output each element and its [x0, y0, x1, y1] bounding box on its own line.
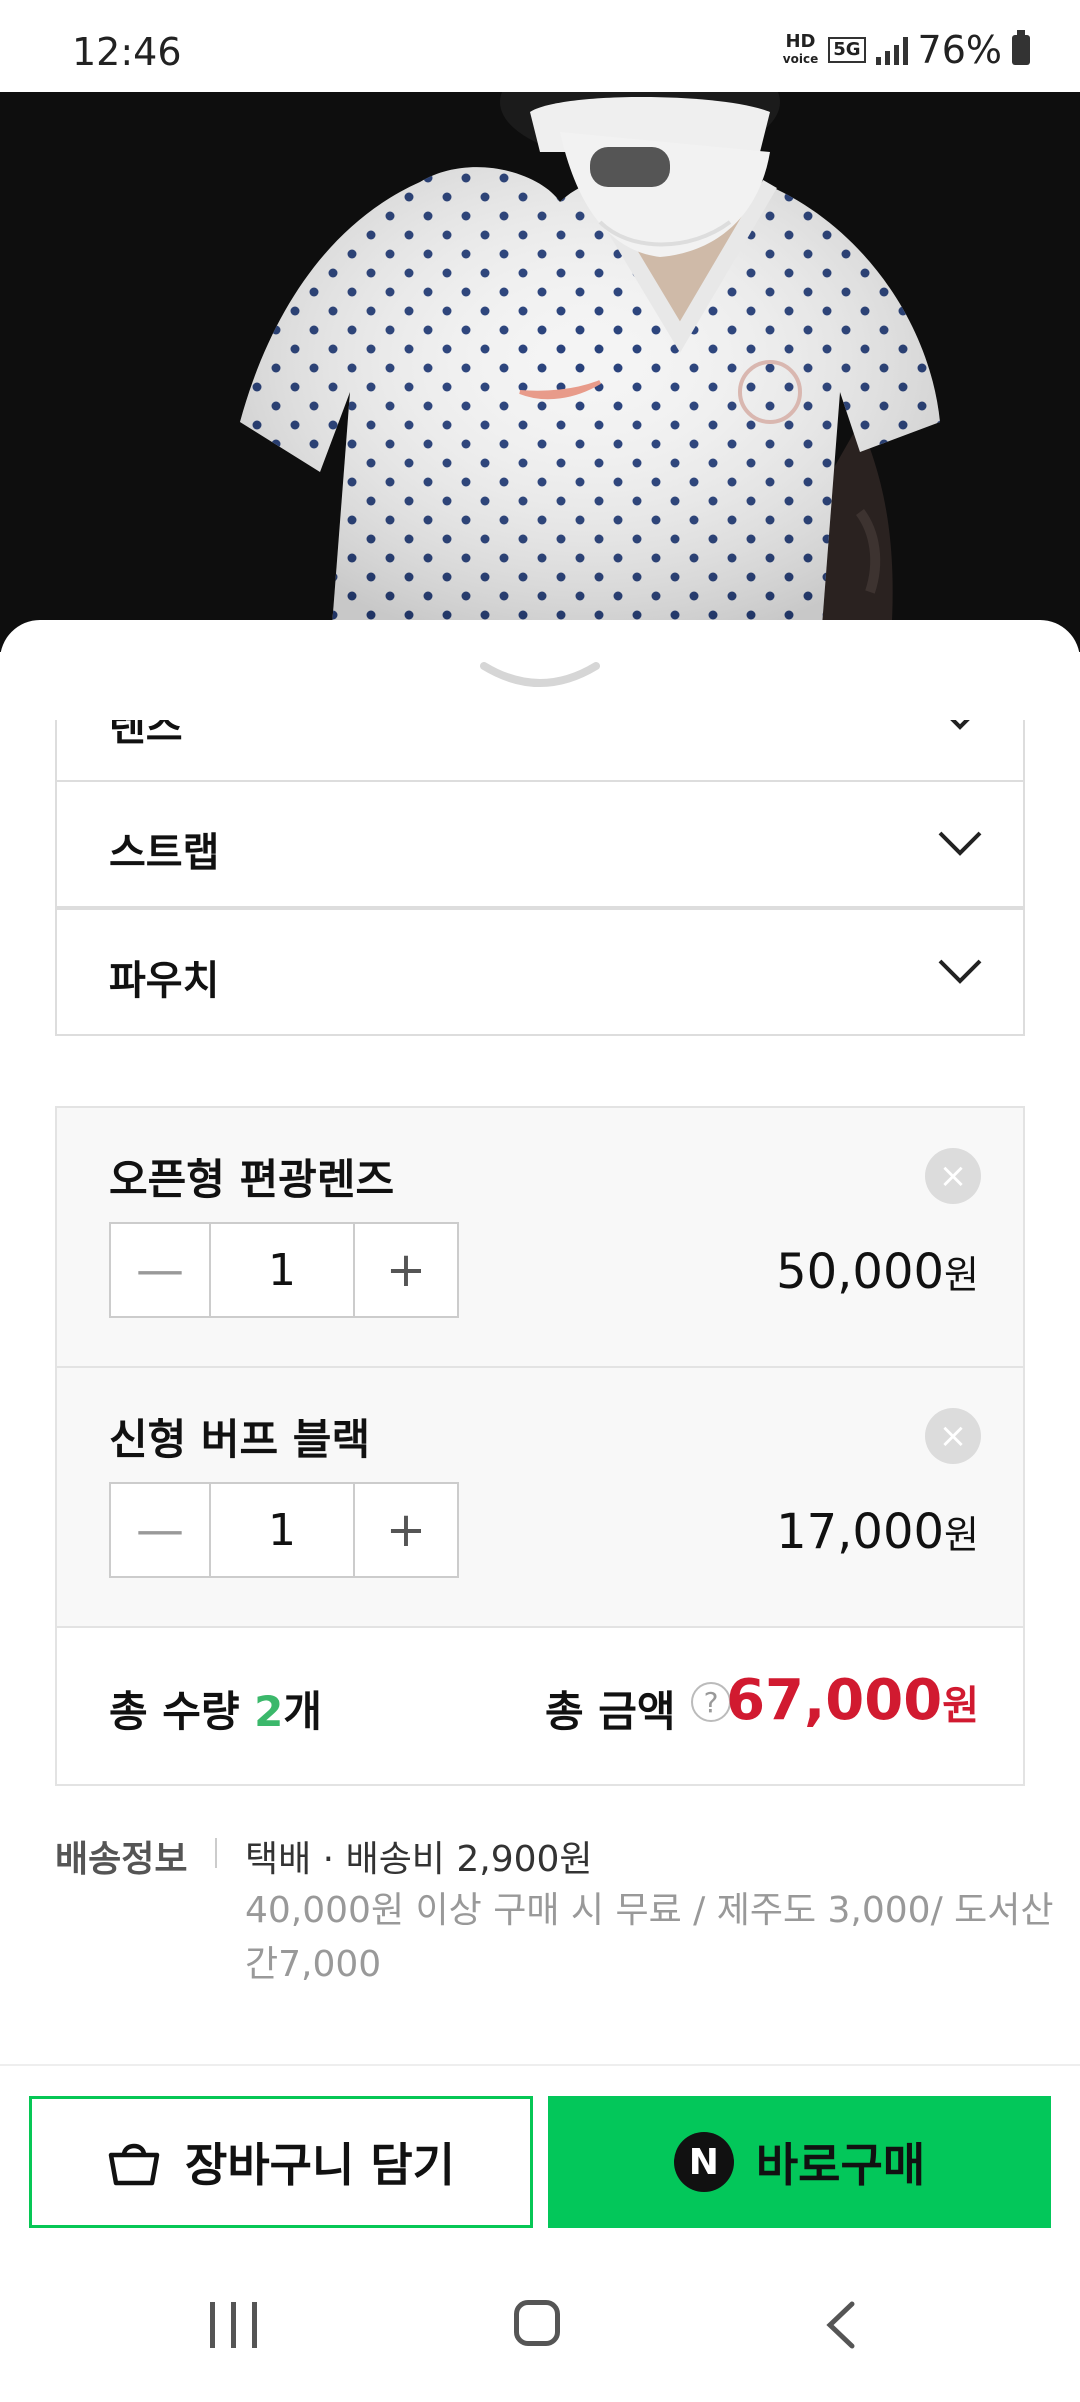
- buy-now-button[interactable]: N 바로구매: [548, 2096, 1051, 2228]
- battery-icon: [1012, 30, 1030, 65]
- option-dropdown-strap[interactable]: 스트랩: [55, 780, 1025, 908]
- quantity-stepper: — 1 +: [109, 1482, 459, 1578]
- remove-item-button[interactable]: ×: [925, 1408, 981, 1464]
- order-total: 총 수량 2개 총 금액 ? 67,000원: [57, 1628, 1023, 1784]
- add-to-cart-button[interactable]: 장바구니 담기: [29, 2096, 533, 2228]
- network-5g-icon: 5G: [828, 37, 866, 63]
- close-icon: ×: [938, 1156, 968, 1196]
- shipping-fee: 택배 · 배송비 2,900원: [245, 1839, 593, 1880]
- signal-icon: [875, 35, 908, 65]
- quantity-input[interactable]: 1: [211, 1224, 355, 1316]
- sheet-collapse-handle-icon[interactable]: [480, 660, 600, 700]
- naver-pay-icon: N: [673, 2132, 734, 2192]
- increase-quantity-button[interactable]: +: [355, 1484, 457, 1576]
- product-image: [0, 92, 1080, 652]
- total-amount: 67,000원: [726, 1668, 979, 1733]
- battery-level: 76%: [917, 28, 1002, 72]
- item-price: 17,000원: [776, 1504, 979, 1560]
- option-label: 파우치: [109, 958, 220, 1004]
- option-dropdown-pouch[interactable]: 파우치: [55, 908, 1025, 1036]
- option-dropdown-lens[interactable]: 렌즈: [55, 720, 1025, 782]
- help-icon[interactable]: ?: [691, 1682, 731, 1722]
- home-icon[interactable]: [514, 2300, 560, 2346]
- option-label: 스트랩: [109, 830, 220, 876]
- status-bar: 12:46 HD voice 5G 76%: [0, 0, 1080, 92]
- buy-now-label: 바로구매: [755, 2138, 926, 2192]
- hd-voice-icon: HD voice: [782, 30, 819, 66]
- shipping-label: 배송정보: [55, 1839, 188, 1880]
- decrease-quantity-button[interactable]: —: [111, 1224, 211, 1316]
- remove-item-button[interactable]: ×: [925, 1148, 981, 1204]
- item-name: 오픈형 편광렌즈: [109, 1155, 395, 1204]
- product-photo: [0, 92, 1080, 652]
- shipping-note: 40,000원 이상 구매 시 무료 / 제주도 3,000/ 도서산간7,00…: [245, 1890, 1054, 1985]
- selected-item: 신형 버프 블랙 × — 1 + 17,000원: [57, 1368, 1023, 1628]
- chevron-down-icon: [938, 831, 982, 856]
- status-icons: HD voice 5G 76%: [783, 28, 1030, 72]
- chevron-down-icon: [938, 959, 982, 984]
- decrease-quantity-button[interactable]: —: [111, 1484, 211, 1576]
- option-list: 렌즈 스트랩 파우치: [0, 720, 1080, 1060]
- recent-apps-icon[interactable]: [210, 2302, 257, 2348]
- increase-quantity-button[interactable]: +: [355, 1224, 457, 1316]
- quantity-stepper: — 1 +: [109, 1222, 459, 1318]
- selected-items-box: 오픈형 편광렌즈 × — 1 + 50,000원 신형 버프 블랙 × — 1 …: [55, 1106, 1025, 1786]
- selected-item: 오픈형 편광렌즈 × — 1 + 50,000원: [57, 1108, 1023, 1368]
- divider: [215, 1838, 217, 1868]
- chevron-down-icon: [950, 720, 970, 730]
- item-name: 신형 버프 블랙: [109, 1415, 371, 1464]
- option-label: 렌즈: [109, 720, 183, 750]
- item-price: 50,000원: [776, 1244, 979, 1300]
- back-icon[interactable]: [822, 2300, 862, 2350]
- total-quantity: 총 수량 2개: [109, 1687, 323, 1736]
- add-to-cart-label: 장바구니 담기: [185, 2138, 455, 2192]
- total-amount-label: 총 금액: [545, 1687, 676, 1736]
- status-time: 12:46: [72, 30, 182, 74]
- shopping-bag-icon: [108, 2143, 160, 2186]
- close-icon: ×: [938, 1416, 968, 1456]
- system-nav-bar: [0, 2260, 1080, 2400]
- quantity-input[interactable]: 1: [211, 1484, 355, 1576]
